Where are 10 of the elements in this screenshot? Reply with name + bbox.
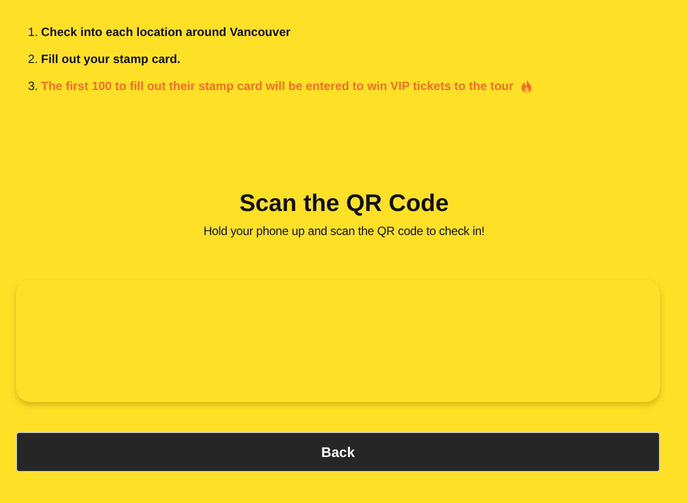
step-number: 1. — [28, 24, 38, 40]
scan-instructions: Hold your phone up and scan the QR code to check in! — [203, 224, 485, 238]
back-button[interactable]: Back — [16, 432, 660, 472]
step-number: 2. — [28, 51, 38, 67]
fire-icon — [520, 78, 533, 94]
step-text: The first 100 to fill out their stamp card will be entered to win VIP tickets to the tour — [41, 78, 514, 94]
step-number: 3. — [28, 78, 38, 94]
step-text: Check into each location around Vancouver — [41, 24, 290, 40]
scan-title: Scan the QR Code — [239, 190, 449, 218]
step-text: Fill out your stamp card. — [41, 51, 180, 67]
